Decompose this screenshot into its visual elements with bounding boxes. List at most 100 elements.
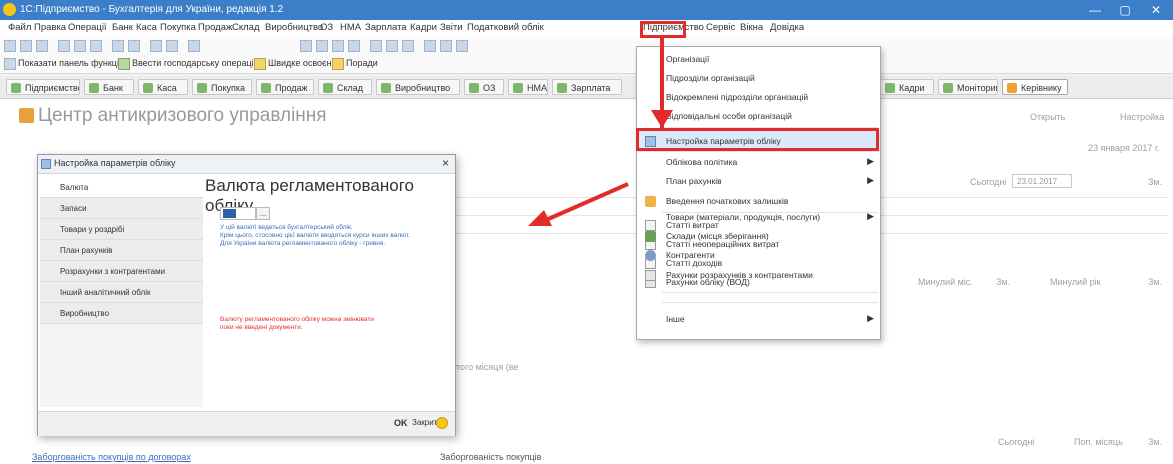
menu-item-settlement-accounts[interactable]: Рахунки розрахунків з контрагентами [637,265,880,286]
copy-icon[interactable] [74,40,86,52]
close-window-button[interactable]: ✕ [1141,0,1171,20]
warehouse-icon [645,231,656,242]
preview-icon[interactable] [128,40,140,52]
settings-link[interactable]: Настройка [1120,112,1164,122]
filter-icon[interactable] [456,40,468,52]
menu-item-chart-of-accounts[interactable]: План рахунків ▶ [637,171,880,192]
tab-warehouse[interactable]: Склад [318,79,372,95]
tab-bank[interactable]: Банк [84,79,134,95]
tab-sales[interactable]: Продаж [256,79,314,95]
enter-operation-button[interactable]: Ввести господарську операцію [132,58,260,68]
menu-sales[interactable]: Продаж [198,22,232,33]
menu-edit[interactable]: Правка [34,22,66,33]
currency-select-button[interactable]: ... [256,207,270,220]
settings-icon [41,159,51,169]
ok-button[interactable]: OK [394,418,408,428]
dialog-close-icon[interactable]: × [442,156,449,170]
section-inventory[interactable]: Запаси [40,198,203,219]
quick-start-button[interactable]: Швидке освоєння [268,58,341,68]
menu-tax-accounting[interactable]: Податковий облік [467,22,544,33]
undo-icon[interactable] [150,40,162,52]
tab-monitoring[interactable]: Моніторинг [938,79,998,95]
cut-icon[interactable] [58,40,70,52]
menu-item-responsible-persons[interactable]: Відповідальні особи організацій [637,106,880,127]
grid-icon[interactable] [370,40,382,52]
new-icon[interactable] [4,40,16,52]
menu-fixed-assets[interactable]: ОЗ [320,22,333,33]
hr-icon [885,83,895,93]
paste-icon[interactable] [90,40,102,52]
currency-input[interactable] [220,207,256,220]
menu-operations[interactable]: Операції [68,22,107,33]
menu-item-organizations[interactable]: Організації [637,49,880,70]
print-icon[interactable] [112,40,124,52]
open-link[interactable]: Открыть [1030,112,1065,122]
save-icon[interactable] [36,40,48,52]
redo-icon[interactable] [166,40,178,52]
tab-manager[interactable]: Керівнику [1002,79,1068,95]
debt-contracts-link[interactable]: Заборгованість покупців по договорах [32,452,191,462]
calendar-icon[interactable] [316,40,328,52]
standard-toolbar [0,37,1173,56]
date-field[interactable]: 23.01.2017 [1012,174,1072,188]
menu-item-warehouses[interactable]: Склади (місця зберігання) [637,226,880,247]
submenu-arrow-icon: ▶ [867,211,874,221]
menu-item-separate-departments[interactable]: Відокремлені підрозділи організацій [637,87,880,108]
search-icon[interactable] [188,40,200,52]
calc-icon[interactable] [300,40,312,52]
menu-hr[interactable]: Кадри [410,22,437,33]
tab-cash[interactable]: Каса [138,79,188,95]
section-chart-of-accounts[interactable]: План рахунків [40,240,203,261]
clipboard-icon[interactable] [332,40,344,52]
menu-intangibles[interactable]: НМА [340,22,361,33]
help-icon[interactable] [436,417,448,429]
open-icon[interactable] [20,40,32,52]
plus-icon[interactable] [440,40,452,52]
tab-hr[interactable]: Кадри [880,79,934,95]
section-counterparty-settlements[interactable]: Розрахунки з контрагентами [40,261,203,282]
menu-bank[interactable]: Банк [112,22,133,33]
menu-production[interactable]: Виробництво [265,22,323,33]
list-icon[interactable] [386,40,398,52]
arrow-left-icon [528,182,629,226]
section-retail-goods[interactable]: Товари у роздрібі [40,219,203,240]
currency-note-3: Для України валюта регламентованого облі… [220,240,386,247]
tab-fixed-assets[interactable]: ОЗ [464,79,504,95]
menu-warehouse[interactable]: Склад [232,22,260,33]
tab-enterprise[interactable]: Підприємство [6,79,80,95]
maximize-button[interactable]: ▢ [1110,0,1140,20]
chart-icon[interactable] [402,40,414,52]
sales-icon [261,83,271,93]
show-functions-panel-button[interactable]: Показати панель функцій [18,58,124,68]
menu-cash[interactable]: Каса [136,22,157,33]
menu-reports[interactable]: Звіти [440,22,463,33]
menu-salary[interactable]: Зарплата [365,22,407,33]
menu-purchase[interactable]: Покупка [160,22,196,33]
month-label: того місяця (ве [456,362,519,372]
tab-intangibles[interactable]: НМА [508,79,548,95]
menu-service[interactable]: Сервіс [706,22,735,33]
menu-file[interactable]: Файл [8,22,31,33]
tab-purchase[interactable]: Покупка [192,79,252,95]
menu-item-counterparties[interactable]: Контрагенти [637,245,880,266]
fixed-assets-icon [469,83,479,93]
menu-item-other[interactable]: Інше ▶ [637,309,880,330]
minus-icon[interactable] [424,40,436,52]
menu-item-org-departments[interactable]: Підрозділи організацій [637,68,880,89]
info-icon[interactable] [348,40,360,52]
menu-item-goods[interactable]: Товари (матеріали, продукція, послуги) ▶ [637,207,880,228]
menu-help[interactable]: Довідка [770,22,804,33]
minimize-button[interactable]: — [1080,0,1110,20]
manager-icon [1007,83,1017,93]
currency-value [223,209,236,218]
submenu-arrow-icon: ▶ [867,175,874,185]
tab-salary[interactable]: Зарплата [552,79,622,95]
section-tabs: Підприємство Банк Каса Покупка Продаж Ск… [0,76,1173,99]
tips-button[interactable]: Поради [346,58,378,68]
menu-windows[interactable]: Вікна [740,22,763,33]
tab-production[interactable]: Виробництво [376,79,460,95]
section-production[interactable]: Виробництво [40,303,203,324]
menu-item-accounting-policy[interactable]: Облікова політика ▶ [637,152,880,173]
section-currency[interactable]: Валюта [40,177,203,198]
section-other-analytics[interactable]: Інший аналітичний облік [40,282,203,303]
